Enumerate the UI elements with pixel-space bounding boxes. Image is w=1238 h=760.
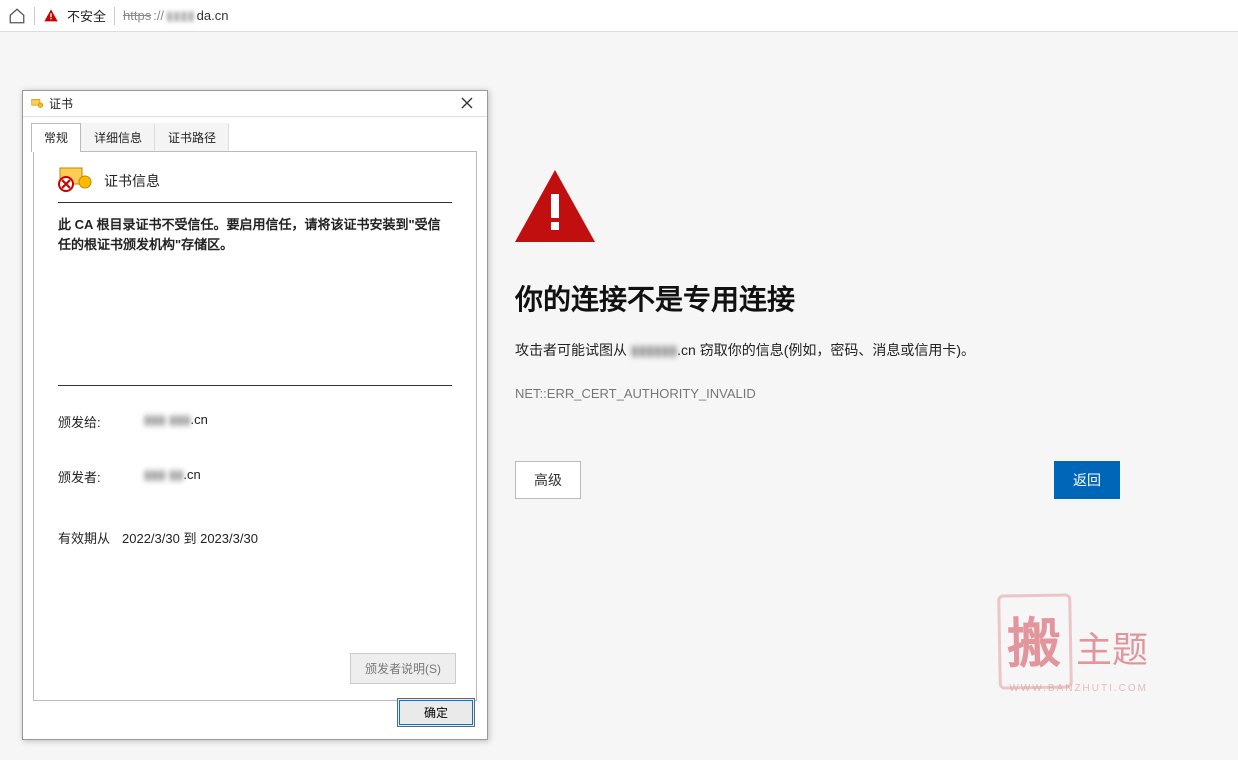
error-description: 攻击者可能试图从 ▮▮▮▮▮▮.cn 窃取你的信息(例如，密码、消息或信用卡)。 bbox=[515, 340, 1135, 360]
ok-button[interactable]: 确定 bbox=[397, 698, 475, 727]
tab-details[interactable]: 详细信息 bbox=[81, 123, 155, 152]
issued-by-row: 颁发者: ▮▮▮ ▮▮.cn bbox=[58, 467, 452, 486]
watermark-mid: 主题 bbox=[1076, 630, 1148, 670]
valid-to: 2023/3/30 bbox=[200, 531, 258, 546]
separator bbox=[34, 7, 35, 25]
certificate-icon bbox=[29, 96, 45, 112]
url-host-suffix: da.cn bbox=[197, 8, 229, 23]
validity-label: 有效期从 bbox=[58, 528, 122, 547]
cert-warning-message: 此 CA 根目录证书不受信任。要启用信任，请将该证书安装到"受信任的根证书颁发机… bbox=[58, 215, 452, 255]
tab-general[interactable]: 常规 bbox=[31, 123, 81, 152]
error-desc-domain-blurred: ▮▮▮▮▮▮ bbox=[631, 342, 677, 358]
url-scheme: https bbox=[123, 8, 151, 23]
separator bbox=[114, 7, 115, 25]
warning-triangle-icon[interactable] bbox=[43, 8, 59, 24]
watermark: 搬 主题 WWW.BANZHUTI.COM bbox=[998, 594, 1148, 694]
url-host-blurred: ▮▮▮▮ bbox=[166, 8, 195, 24]
back-button[interactable]: 返回 bbox=[1054, 461, 1120, 499]
tab-pane-general: 证书信息 此 CA 根目录证书不受信任。要启用信任，请将该证书安装到"受信任的根… bbox=[33, 151, 477, 701]
dialog-titlebar: 证书 bbox=[23, 91, 487, 117]
issued-by-blurred: ▮▮▮ ▮▮ bbox=[144, 467, 183, 482]
url-sep: :// bbox=[153, 8, 164, 23]
issued-to-row: 颁发给: ▮▮▮ ▮▮▮.cn bbox=[58, 412, 452, 431]
valid-from: 2022/3/30 bbox=[122, 531, 180, 546]
error-code: NET::ERR_CERT_AUTHORITY_INVALID bbox=[515, 386, 1135, 401]
close-icon[interactable] bbox=[453, 96, 481, 112]
issued-by-label: 颁发者: bbox=[58, 467, 144, 486]
dialog-title: 证书 bbox=[49, 95, 453, 112]
home-icon[interactable] bbox=[8, 7, 26, 25]
security-label[interactable]: 不安全 bbox=[67, 6, 106, 25]
issued-to-suffix: .cn bbox=[191, 412, 208, 427]
certificate-error-icon bbox=[58, 166, 94, 196]
issued-to-blurred: ▮▮▮ ▮▮▮ bbox=[144, 412, 191, 427]
valid-sep: 到 bbox=[183, 531, 200, 546]
watermark-big: 搬 bbox=[1007, 614, 1064, 675]
issuer-statement-button: 颁发者说明(S) bbox=[350, 653, 456, 684]
validity-row: 有效期从 2022/3/30 到 2023/3/30 bbox=[58, 528, 452, 547]
cert-info-heading: 证书信息 bbox=[104, 171, 160, 191]
error-desc-pre: 攻击者可能试图从 bbox=[515, 342, 631, 358]
tab-strip: 常规 详细信息 证书路径 bbox=[31, 123, 487, 152]
advanced-button[interactable]: 高级 bbox=[515, 461, 581, 499]
url-text[interactable]: https :// ▮▮▮▮ da.cn bbox=[123, 8, 228, 24]
divider bbox=[58, 385, 452, 386]
error-desc-post: .cn 窃取你的信息(例如，密码、消息或信用卡)。 bbox=[677, 342, 975, 358]
certificate-dialog: 证书 常规 详细信息 证书路径 证书信息 此 CA 根目录证书不受信任。要启用信… bbox=[22, 90, 488, 740]
issued-to-label: 颁发给: bbox=[58, 412, 144, 431]
error-title: 你的连接不是专用连接 bbox=[515, 278, 1135, 318]
error-triangle-icon bbox=[515, 170, 1135, 242]
tab-cert-path[interactable]: 证书路径 bbox=[155, 123, 229, 152]
address-bar: 不安全 https :// ▮▮▮▮ da.cn bbox=[0, 0, 1238, 32]
issued-by-suffix: .cn bbox=[183, 467, 200, 482]
watermark-url: WWW.BANZHUTI.COM bbox=[998, 683, 1148, 694]
ssl-error-page: 你的连接不是专用连接 攻击者可能试图从 ▮▮▮▮▮▮.cn 窃取你的信息(例如，… bbox=[515, 170, 1135, 499]
